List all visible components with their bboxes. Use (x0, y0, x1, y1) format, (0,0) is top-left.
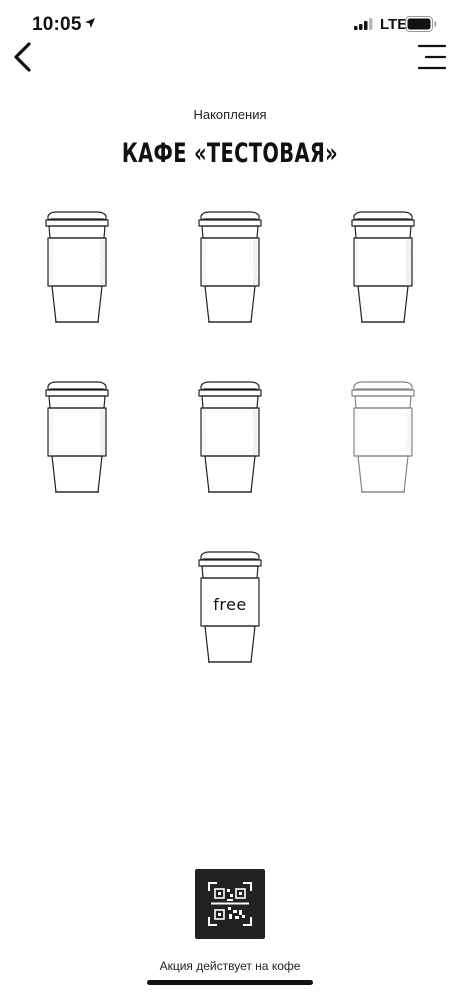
stamp-cup-5 (195, 378, 265, 498)
stamp-cup-6 (348, 378, 418, 498)
coffee-cup-icon (198, 381, 262, 493)
chevron-left-icon (14, 42, 31, 72)
status-time: 10:05 (32, 14, 82, 35)
coffee-cup-icon (351, 381, 415, 493)
stamp-cup-4 (42, 378, 112, 498)
network-type: LTE (380, 16, 408, 33)
qr-code-button[interactable] (195, 869, 265, 939)
reward-cup: free (195, 548, 265, 668)
hamburger-menu-icon (417, 44, 447, 70)
signal-bars-icon (354, 18, 373, 30)
cafe-title: КАФЕ «ТЕСТОВАЯ» (121, 138, 339, 169)
home-indicator (147, 980, 313, 985)
battery-icon (405, 16, 437, 32)
stamp-cup-1 (42, 208, 112, 328)
menu-button[interactable] (416, 44, 448, 70)
stamp-cup-2 (195, 208, 265, 328)
coffee-cup-icon (45, 211, 109, 323)
qr-code-icon (208, 882, 252, 926)
coffee-cup-icon (45, 381, 109, 493)
reward-label: free (213, 595, 247, 614)
promo-note: Акция действует на кофе (159, 959, 301, 973)
page-subtitle: Накопления (193, 107, 267, 122)
coffee-cup-icon (198, 211, 262, 323)
status-bar: 10:05 LTE (0, 0, 460, 50)
location-arrow-icon (85, 18, 95, 28)
back-button[interactable] (10, 40, 40, 74)
coffee-cup-icon (351, 211, 415, 323)
stamp-cup-3 (348, 208, 418, 328)
